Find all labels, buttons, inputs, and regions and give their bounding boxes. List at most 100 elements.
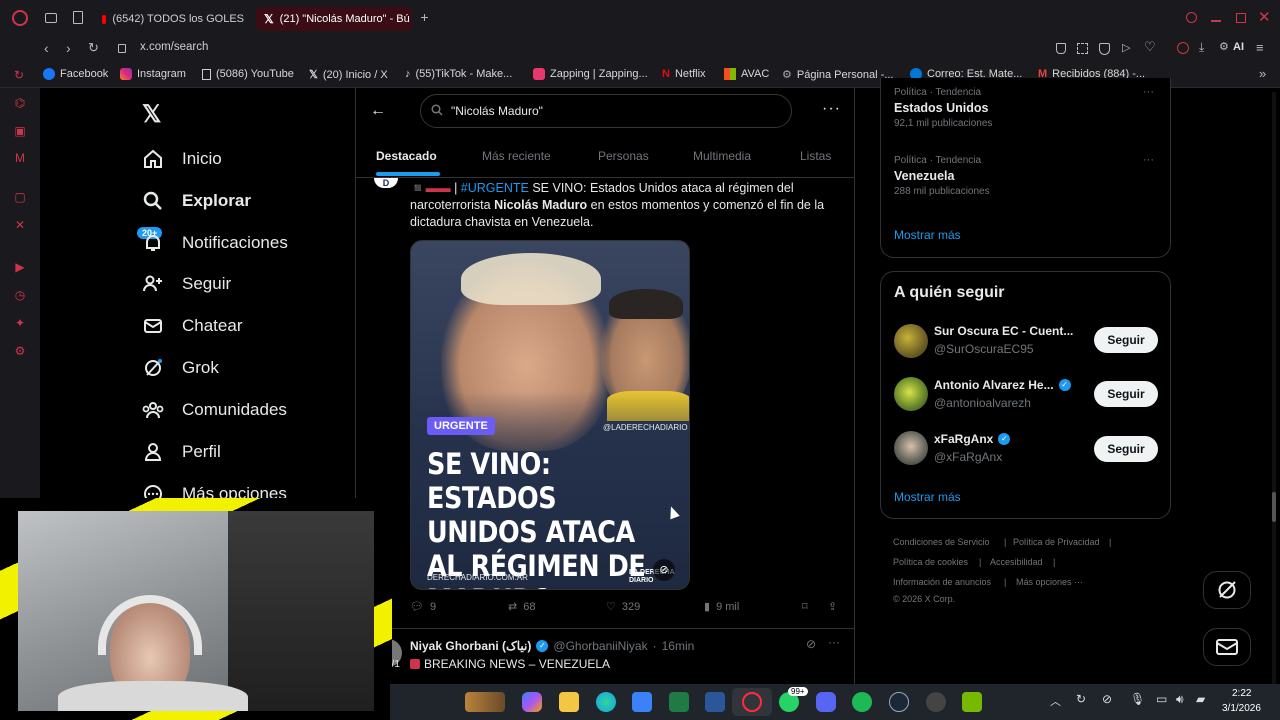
steam-icon[interactable] <box>889 692 909 712</box>
new-tab-button[interactable]: + <box>418 10 431 24</box>
grok-fab[interactable] <box>1203 571 1251 609</box>
nav-perfil[interactable]: Perfil <box>142 441 221 463</box>
nav-explorar[interactable]: Explorar <box>142 190 251 212</box>
player-icon[interactable]: ▶ <box>13 260 27 274</box>
pin-icon[interactable] <box>1056 43 1066 54</box>
volume-icon[interactable]: 🔊︎ <box>1176 692 1184 707</box>
extensions-icon[interactable]: ✦ <box>13 316 27 330</box>
show-more-follow[interactable]: Mostrar más <box>894 490 961 504</box>
nav-seguir[interactable]: Seguir <box>142 273 231 295</box>
settings-icon[interactable]: ⚙ <box>13 344 27 358</box>
back-icon[interactable]: ‹ <box>44 40 49 56</box>
share-button[interactable]: ⇪ <box>828 600 837 613</box>
reply-button[interactable]: 💬︎ 9 <box>410 600 436 614</box>
follow-user-name[interactable]: Sur Oscura EC - Cuent... <box>934 324 1073 338</box>
views-button[interactable]: ▮ 9 mil <box>704 600 739 614</box>
like-button[interactable]: ♡ 329 <box>606 600 640 614</box>
more-options-icon[interactable]: ··· <box>828 635 840 649</box>
shield-icon[interactable] <box>1099 43 1110 55</box>
footer-link[interactable]: Más opciones ··· <box>1016 577 1083 587</box>
search-input[interactable]: "Nicolás Maduro" <box>420 94 792 128</box>
copilot-icon[interactable] <box>522 692 542 712</box>
opera-logo-icon[interactable] <box>12 10 28 26</box>
footer-link[interactable]: Política de cookies <box>893 557 968 567</box>
follow-button[interactable]: Seguir <box>1094 327 1158 353</box>
grok-analyze-icon[interactable]: ⊘ <box>653 559 675 581</box>
hashtag-link[interactable]: #URGENTE <box>461 181 529 195</box>
more-options-icon[interactable]: ··· <box>822 100 841 118</box>
battery-icon[interactable]: ▰ <box>1196 692 1205 706</box>
x-icon[interactable]: ✕ <box>13 218 27 232</box>
tray-app-icon[interactable]: ⊘ <box>1102 692 1112 706</box>
recording-app-icon[interactable] <box>926 692 946 712</box>
tab-x-search[interactable]: 𝕏 (21) "Nicolás Maduro" - Bú <box>256 7 412 31</box>
bookmark-facebook[interactable]: Facebook <box>43 68 108 80</box>
url-field[interactable]: x.com/search <box>140 41 208 53</box>
avatar[interactable] <box>894 377 928 411</box>
follow-user-name[interactable]: xFaRgAnx <box>934 432 993 446</box>
footer-link[interactable]: Política de Privacidad <box>1013 537 1100 547</box>
twitch-icon[interactable]: ▢ <box>13 190 27 204</box>
tab-listas[interactable]: Listas <box>800 149 831 163</box>
messages-fab[interactable] <box>1203 628 1251 666</box>
widgets-icon[interactable] <box>465 692 505 712</box>
tray-sync-icon[interactable]: ↻ <box>1076 692 1086 706</box>
bookmark-avac[interactable]: AVAC <box>724 68 769 80</box>
nav-inicio[interactable]: Inicio <box>142 148 222 170</box>
download-icon[interactable]: ⤓ <box>1199 40 1204 55</box>
ai-icon[interactable]: ⌬ <box>13 96 27 110</box>
store-icon[interactable] <box>632 692 652 712</box>
file-explorer-icon[interactable] <box>559 692 579 712</box>
avatar[interactable] <box>894 431 928 465</box>
reload-icon[interactable]: ↻ <box>88 40 99 56</box>
trend-more-icon[interactable]: ··· <box>1143 154 1154 166</box>
follow-button[interactable]: Seguir <box>1094 436 1158 462</box>
tab-multimedia[interactable]: Multimedia <box>693 149 751 163</box>
workspaces-icon[interactable] <box>45 13 57 23</box>
tray-chevron-icon[interactable]: ︿ <box>1050 693 1061 709</box>
tweet2-author[interactable]: Niyak Ghorbani (نیاک) <box>410 639 531 653</box>
excel-icon[interactable] <box>669 692 689 712</box>
nav-notificaciones[interactable]: Notificaciones <box>142 232 288 254</box>
history-icon[interactable]: ↻ <box>14 68 24 82</box>
forward-icon[interactable]: › <box>66 40 71 56</box>
word-icon[interactable] <box>705 692 725 712</box>
footer-link[interactable]: Información de anuncios <box>893 577 991 587</box>
blank-tab-icon[interactable] <box>73 11 83 24</box>
clock-date[interactable]: 3/1/2026 <box>1222 703 1261 714</box>
trend-item[interactable]: Política · Tendencia Venezuela 288 mil p… <box>894 155 990 197</box>
nav-comunidades[interactable]: Comunidades <box>142 399 287 421</box>
spotify-icon[interactable] <box>852 692 872 712</box>
scrollbar[interactable] <box>1272 92 1276 692</box>
profile-icon[interactable] <box>1177 42 1189 54</box>
tweet-2[interactable]: o/1 Niyak Ghorbani (نیاک) ✓ @GhorbaniiNi… <box>356 628 854 688</box>
play-icon[interactable]: ▷ <box>1122 41 1130 54</box>
bookmark-tiktok[interactable]: ♪ (55)TikTok - Make... <box>405 68 512 80</box>
heart-icon[interactable]: ♡ <box>1144 39 1156 55</box>
show-more-trends[interactable]: Mostrar más <box>894 228 961 242</box>
clock-time[interactable]: 2:22 <box>1232 688 1251 699</box>
discord-icon[interactable] <box>816 692 836 712</box>
trend-item[interactable]: Política · Tendencia Estados Unidos 92,1… <box>894 87 992 129</box>
shopping-icon[interactable]: ▣ <box>13 124 27 138</box>
bookmark-instagram[interactable]: Instagram <box>120 68 186 80</box>
snapshot-icon[interactable] <box>1077 43 1088 54</box>
bookmark-zapping[interactable]: Zapping | Zapping... <box>533 68 648 80</box>
x-home-logo[interactable]: 𝕏 <box>142 100 161 129</box>
minimize-icon[interactable] <box>1211 20 1221 22</box>
footer-link[interactable]: Condiciones de Servicio <box>893 537 990 547</box>
bookmark-button[interactable]: ⌑ <box>802 600 808 613</box>
messenger-icon[interactable]: M <box>13 151 27 165</box>
maximize-icon[interactable] <box>1236 13 1246 23</box>
bookmark-pagina-personal[interactable]: ⚙ Página Personal -... <box>782 68 894 82</box>
aria-ai-button[interactable]: AI <box>1233 41 1244 53</box>
grok-icon[interactable]: ⊘ <box>806 637 816 651</box>
easy-setup-icon[interactable]: ⚙ <box>1219 40 1229 53</box>
search-tabs-icon[interactable] <box>1186 12 1197 23</box>
scrollbar-thumb[interactable] <box>1272 492 1276 522</box>
tab-youtube[interactable]: (6542) TODOS los GOLES <box>94 7 252 31</box>
nav-grok[interactable]: Grok <box>142 357 219 379</box>
network-icon[interactable]: ▭ <box>1156 692 1167 706</box>
avatar[interactable] <box>894 324 928 358</box>
edge-icon[interactable] <box>596 692 616 712</box>
